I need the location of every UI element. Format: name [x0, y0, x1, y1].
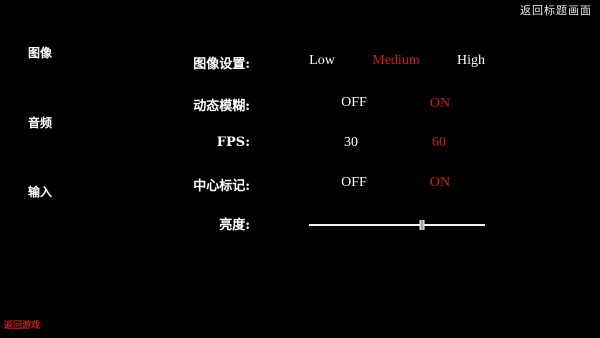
image-quality-option-medium[interactable]: Medium — [372, 53, 419, 69]
crosshair-label: 中心标记: — [193, 179, 250, 194]
fps-option-30[interactable]: 30 — [344, 135, 358, 151]
brightness-slider[interactable] — [309, 220, 485, 230]
motion-blur-option-off[interactable]: OFF — [341, 95, 367, 111]
brightness-slider-handle[interactable] — [419, 220, 425, 230]
sidebar-item-audio[interactable]: 音频 — [28, 114, 52, 131]
crosshair-option-on[interactable]: ON — [430, 175, 450, 191]
image-quality-label: 图像设置: — [193, 57, 250, 72]
motion-blur-label: 动态模糊: — [193, 99, 250, 114]
return-to-title-link[interactable]: 返回标题画面 — [520, 2, 592, 18]
image-quality-option-high[interactable]: High — [457, 53, 485, 69]
brightness-label: 亮度: — [219, 218, 250, 233]
image-quality-option-low[interactable]: Low — [309, 53, 335, 69]
sidebar-item-input[interactable]: 输入 — [28, 183, 52, 200]
fps-option-60[interactable]: 60 — [432, 135, 446, 151]
motion-blur-option-on[interactable]: ON — [430, 96, 450, 112]
fps-label: FPS: — [216, 135, 250, 150]
sidebar-item-graphics[interactable]: 图像 — [28, 44, 52, 61]
return-to-game-link[interactable]: 返回游戏 — [4, 318, 40, 331]
crosshair-option-off[interactable]: OFF — [341, 175, 367, 191]
